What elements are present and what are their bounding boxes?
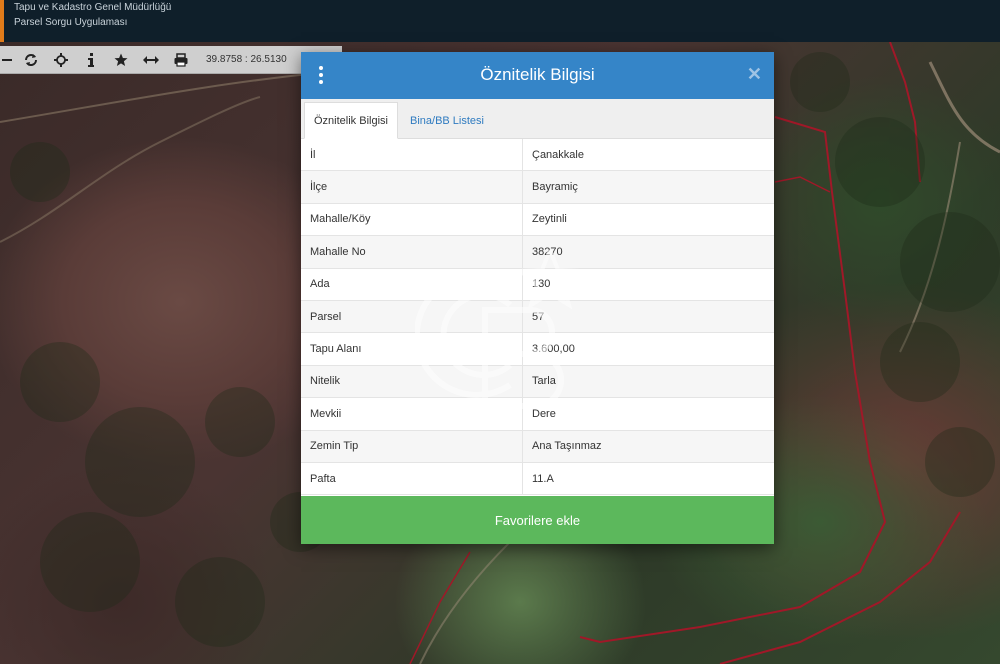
table-row: Nitelik Tarla xyxy=(301,365,774,399)
tab-attribute-info[interactable]: Öznitelik Bilgisi xyxy=(304,102,398,139)
row-value: 11.A xyxy=(532,472,554,485)
star-icon[interactable] xyxy=(106,46,136,74)
row-value: Ana Taşınmaz xyxy=(532,440,602,453)
row-value: Bayramiç xyxy=(532,181,578,194)
row-value: 130 xyxy=(532,278,551,291)
table-row: Ada 130 xyxy=(301,268,774,301)
row-value: Tarla xyxy=(532,375,556,388)
row-key: Nitelik xyxy=(301,365,523,398)
locate-icon[interactable] xyxy=(46,46,76,74)
map-toolbar: 39.8758 : 26.5130 xyxy=(0,46,342,74)
dialog-title: Öznitelik Bilgisi xyxy=(480,65,595,84)
row-key: İl xyxy=(301,139,523,171)
row-key: Tapu Alanı xyxy=(301,333,523,365)
dialog-header: Öznitelik Bilgisi ✕ xyxy=(301,52,774,99)
row-key: Parsel xyxy=(301,300,523,333)
add-to-favorites-button[interactable]: Favorilere ekle xyxy=(301,496,774,544)
zoom-out-icon[interactable] xyxy=(0,46,16,74)
attribute-info-dialog: Öznitelik Bilgisi ✕ Öznitelik Bilgisi Bi… xyxy=(301,52,774,544)
app-title: Parsel Sorgu Uygulaması xyxy=(14,17,128,28)
row-value: 38270 xyxy=(532,245,563,258)
tab-building-list[interactable]: Bina/BB Listesi xyxy=(401,102,493,139)
dialog-tabs: Öznitelik Bilgisi Bina/BB Listesi xyxy=(301,99,774,139)
row-key: Mahalle No xyxy=(301,236,523,268)
table-row: İl Çanakkale xyxy=(301,139,774,172)
row-key: Zemin Tip xyxy=(301,430,523,462)
table-row: İlçe Bayramiç xyxy=(301,171,774,204)
app-header: Tapu ve Kadastro Genel Müdürlüğü Parsel … xyxy=(0,0,1000,42)
row-value: Dere xyxy=(532,407,556,420)
table-row: Parsel 57 xyxy=(301,300,774,334)
table-row: Pafta 11.A xyxy=(301,462,774,496)
table-row: Zemin Tip Ana Taşınmaz xyxy=(301,430,774,463)
row-key: Pafta xyxy=(301,462,523,495)
coordinate-readout: 39.8758 : 26.5130 xyxy=(206,54,287,65)
row-key: Ada xyxy=(301,268,523,300)
table-row: Mevkii Dere xyxy=(301,398,774,431)
measure-icon[interactable] xyxy=(136,46,166,74)
row-value: Zeytinli xyxy=(532,213,567,226)
attribute-table: İl Çanakkale İlçe Bayramiç Mahalle/Köy Zeyt… xyxy=(301,139,774,496)
row-value: 3.600,00 xyxy=(532,343,575,356)
info-icon[interactable] xyxy=(76,46,106,74)
org-title: Tapu ve Kadastro Genel Müdürlüğü xyxy=(14,2,172,13)
header-accent xyxy=(0,0,4,42)
row-key: Mahalle/Köy xyxy=(301,203,523,236)
table-row: Mahalle No 38270 xyxy=(301,236,774,269)
table-row: Tapu Alanı 3.600,00 xyxy=(301,333,774,366)
row-key: İlçe xyxy=(301,171,523,203)
row-value: 57 xyxy=(532,310,545,323)
row-value: Çanakkale xyxy=(532,148,584,161)
refresh-icon[interactable] xyxy=(16,46,46,74)
row-key: Mevkii xyxy=(301,398,523,430)
print-icon[interactable] xyxy=(166,46,196,74)
close-icon[interactable]: ✕ xyxy=(747,64,762,85)
table-row: Mahalle/Köy Zeytinli xyxy=(301,203,774,237)
